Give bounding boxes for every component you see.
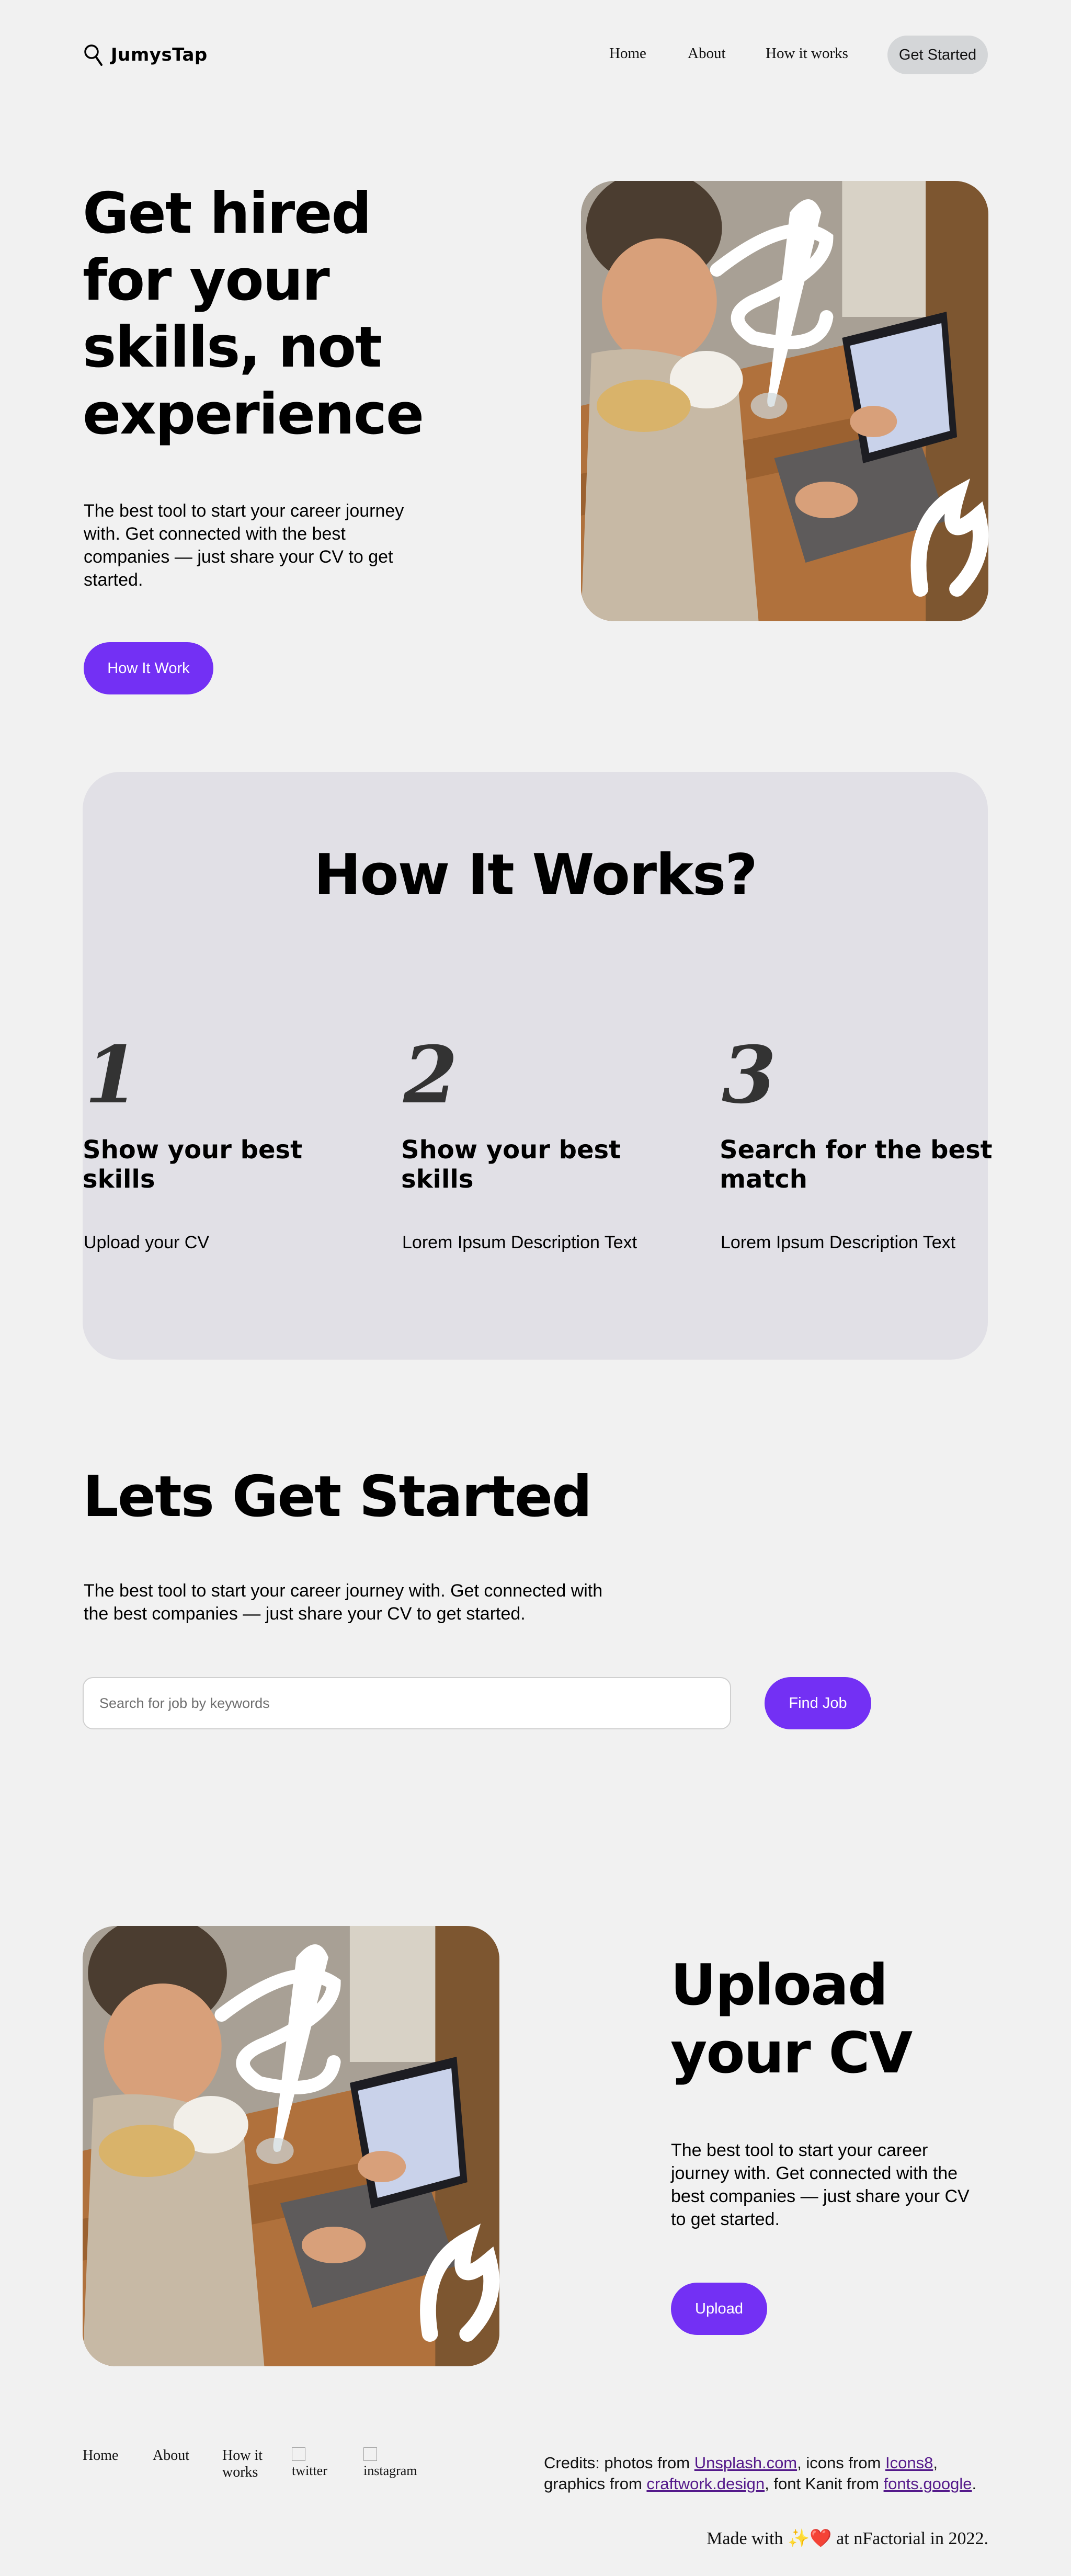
broken-image-icon [363,2447,377,2461]
twitter-icon[interactable]: twitter [292,2447,327,2479]
credits: Credits: photos from Unsplash.com, icons… [544,2453,994,2494]
step-number: 1 [85,1029,140,1121]
logo[interactable]: JumysTap [83,43,208,67]
broken-image-icon [292,2447,305,2461]
credits-text: , icons from [797,2454,885,2472]
step-title: Show your best skills [401,1135,621,1194]
logo-text: JumysTap [111,44,208,65]
step-card: 1 Show your best skills [83,1036,375,1194]
instagram-alt-text: instagram [363,2463,417,2478]
how-it-works-section: How It Works? 1 Show your best skills Up… [83,772,993,1360]
sparkle-heart-icon: ✨❤️ [788,2529,832,2548]
nav-link-how-it-works[interactable]: How it works [766,45,848,62]
hero-photo [581,181,988,621]
upload-photo [83,1926,499,2366]
step-card: 2 Show your best skills [401,1036,694,1194]
how-it-works-title: How It Works? [314,842,758,908]
step-description: Lorem Ipsum Description Text [721,1233,956,1252]
upload-title: Upload your CV [670,1953,913,2086]
step-title: Search for the best match [720,1135,993,1194]
step-description: Upload your CV [84,1233,210,1252]
get-started-title: Lets Get Started [83,1464,592,1530]
get-started-description: The best tool to start your career journ… [84,1581,603,1624]
page: JumysTap Home About How it works Get Sta… [0,0,1071,2576]
upload-button[interactable]: Upload [671,2283,767,2335]
made-with-prefix: Made with [707,2529,788,2548]
upload-description: The best tool to start your career journ… [671,2140,970,2229]
step-number: 3 [722,1029,777,1121]
step-description: Lorem Ipsum Description Text [402,1233,637,1252]
step-title: Show your best skills [83,1135,303,1194]
upload-photo-illustration [83,1926,499,2366]
made-with-suffix: at nFactorial in 2022. [831,2529,988,2548]
credits-link-unsplash[interactable]: Unsplash.com [694,2454,797,2472]
credits-link-craftwork[interactable]: craftwork.design [646,2475,765,2493]
twitter-alt-text: twitter [292,2463,327,2478]
search-input[interactable] [83,1677,731,1729]
credits-text: Credits: photos from [544,2454,694,2472]
hero-title: Get hired for your skills, not experienc… [83,181,424,447]
credits-text: , font Kanit from [765,2475,884,2493]
credits-text: . [972,2475,977,2493]
footer-link-about[interactable]: About [153,2447,189,2464]
instagram-icon[interactable]: instagram [363,2447,417,2479]
nav-link-home[interactable]: Home [609,45,646,62]
search-icon [84,44,102,66]
nav-link-about[interactable]: About [688,45,726,62]
find-job-button[interactable]: Find Job [765,1677,871,1729]
footer-link-home[interactable]: Home [83,2447,118,2464]
hero-photo-illustration [581,181,988,621]
footer-link-how-it-works[interactable]: How it works [222,2447,264,2481]
made-with-text: Made with ✨❤️ at nFactorial in 2022. [707,2528,988,2549]
how-it-work-button[interactable]: How It Work [84,642,213,694]
step-number: 2 [403,1029,458,1121]
hero-description: The best tool to start your career journ… [84,501,404,590]
credits-link-fonts-google[interactable]: fonts.google [884,2475,972,2493]
step-card: 3 Search for the best match [720,1036,1012,1194]
credits-link-icons8[interactable]: Icons8 [885,2454,933,2472]
get-started-button[interactable]: Get Started [887,36,988,74]
